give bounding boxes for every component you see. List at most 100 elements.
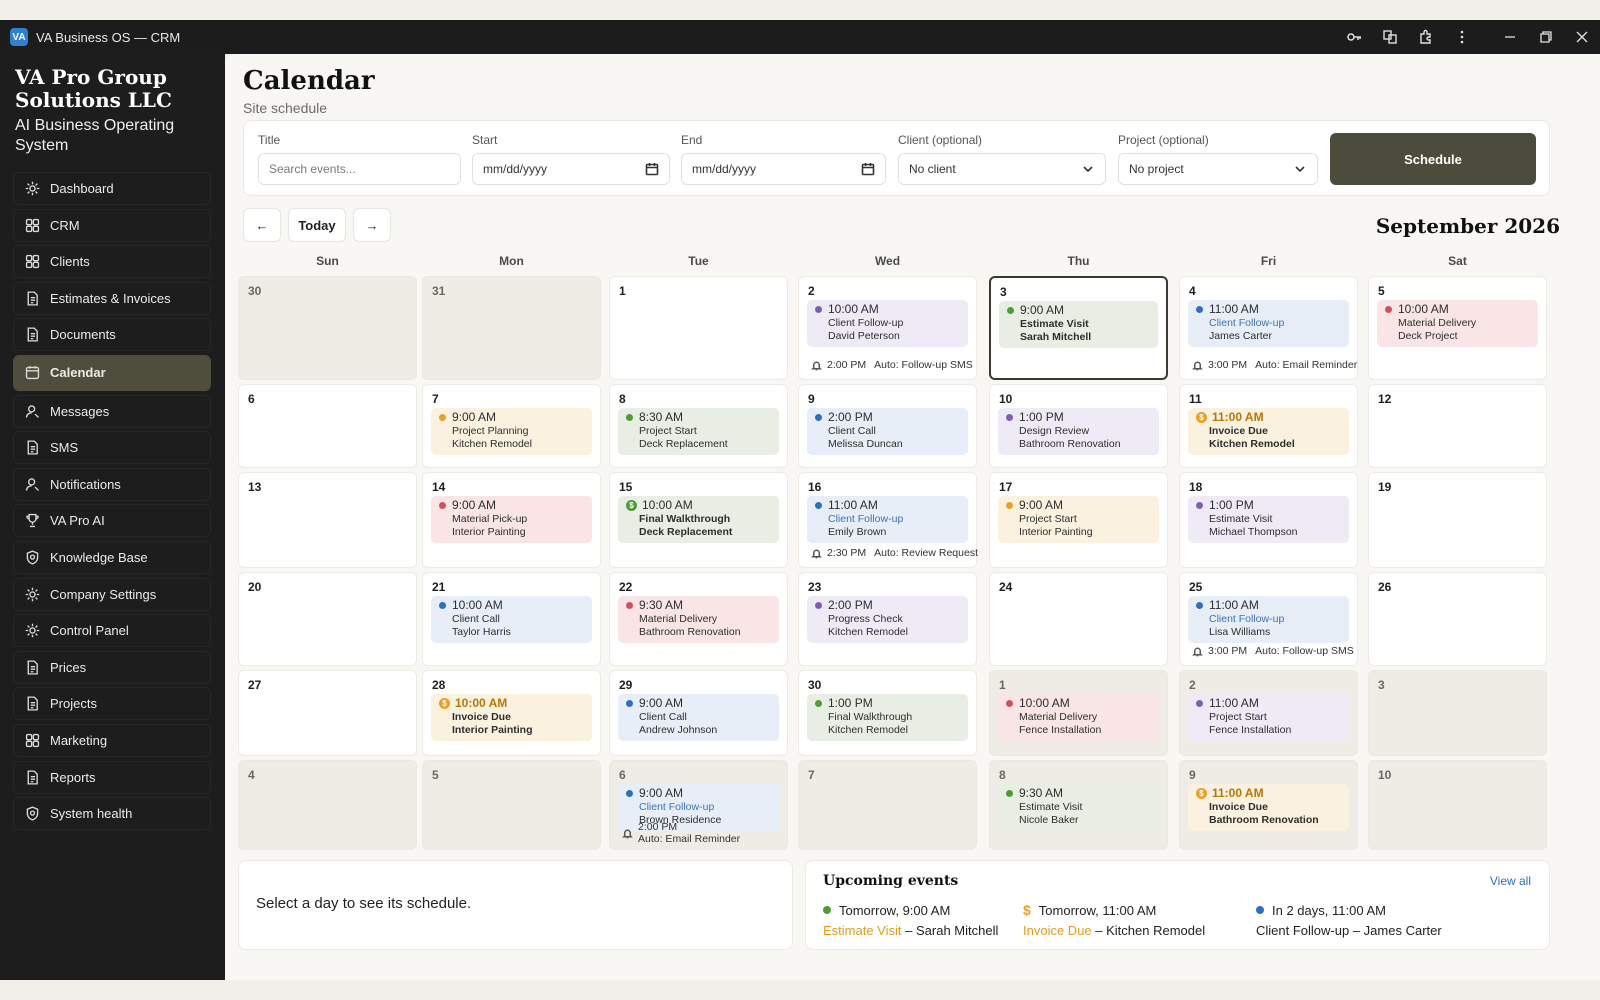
day-cell[interactable]: 10 — [1368, 760, 1547, 850]
calendar-event[interactable]: 9:00 AM Project Start Interior Painting — [998, 496, 1159, 543]
calendar-event[interactable]: 10:00 AM Material Delivery Fence Installat… — [998, 694, 1159, 741]
day-cell[interactable]: 13 — [238, 472, 417, 568]
calendar-event[interactable]: $11:00 AM Invoice Due Kitchen Remodel — [1188, 408, 1349, 455]
sidebar-item-dashboard[interactable]: Dashboard — [13, 172, 211, 205]
calendar-event[interactable]: 2:00 PM Client Call Melissa Duncan — [807, 408, 968, 455]
day-cell[interactable]: 11 $11:00 AM Invoice Due Kitchen Remodel — [1179, 384, 1358, 468]
sidebar-item-crm[interactable]: CRM — [13, 208, 211, 242]
day-cell[interactable]: 12 — [1368, 384, 1547, 468]
calendar-event[interactable]: 2:00 PM Progress Check Kitchen Remodel — [807, 596, 968, 643]
calendar-event[interactable]: 11:00 AM Client Follow-up Lisa Williams — [1188, 596, 1349, 643]
day-cell[interactable]: 24 — [989, 572, 1168, 666]
calendar-event[interactable]: 1:00 PM Estimate Visit Michael Thompson — [1188, 496, 1349, 543]
more-vertical-icon[interactable] — [1444, 20, 1480, 54]
day-cell[interactable]: 17 9:00 AM Project Start Interior Painting — [989, 472, 1168, 568]
end-date-input[interactable]: mm/dd/yyyy — [681, 153, 886, 185]
day-cell[interactable]: 6 9:00 AM Client Follow-up Brown Residence 2… — [609, 760, 788, 850]
calendar-event[interactable]: 8:30 AM Project Start Deck Replacement — [618, 408, 779, 455]
day-cell[interactable]: 4 — [238, 760, 417, 850]
day-cell[interactable]: 7 — [798, 760, 977, 850]
day-cell[interactable]: 4 11:00 AM Client Follow-up James Carter 3:0… — [1179, 276, 1358, 380]
calendar-event[interactable]: 11:00 AM Project Start Fence Installation — [1188, 694, 1349, 741]
sidebar-item-estimates-invoices[interactable]: Estimates & Invoices — [13, 281, 211, 315]
sidebar-item-documents[interactable]: Documents — [13, 318, 211, 352]
minimize-icon[interactable] — [1492, 20, 1528, 54]
sidebar-item-clients[interactable]: Clients — [13, 245, 211, 279]
day-cell[interactable]: 1 — [609, 276, 788, 380]
day-cell[interactable]: 9 2:00 PM Client Call Melissa Duncan — [798, 384, 977, 468]
key-icon[interactable] — [1336, 20, 1372, 54]
close-icon[interactable] — [1564, 20, 1600, 54]
day-cell[interactable]: 18 1:00 PM Estimate Visit Michael Thompson — [1179, 472, 1358, 568]
day-cell[interactable]: 1 10:00 AM Material Delivery Fence Installa… — [989, 670, 1168, 756]
day-cell[interactable]: 9 $11:00 AM Invoice Due Bathroom Renovation — [1179, 760, 1358, 850]
calendar-event[interactable]: 9:30 AM Estimate Visit Nicole Baker — [998, 784, 1159, 831]
upcoming-event-item[interactable]: Tomorrow, 9:00 AM Estimate Visit – Sarah … — [823, 901, 998, 941]
day-cell[interactable]: 30 — [238, 276, 417, 380]
upcoming-event-item[interactable]: $ Tomorrow, 11:00 AM Invoice Due – Kitchen… — [1023, 901, 1205, 941]
day-cell[interactable]: 2 10:00 AM Client Follow-up David Peterson 2… — [798, 276, 977, 380]
sidebar-item-messages[interactable]: Messages — [13, 394, 211, 428]
day-cell[interactable]: 15 $10:00 AM Final Walkthrough Deck Replace… — [609, 472, 788, 568]
day-cell[interactable]: 6 — [238, 384, 417, 468]
sidebar-item-prices[interactable]: Prices — [13, 650, 211, 684]
calendar-event[interactable]: 9:00 AM Project Planning Kitchen Remodel — [431, 408, 592, 455]
translate-icon[interactable] — [1372, 20, 1408, 54]
upcoming-event-item[interactable]: In 2 days, 11:00 AM Client Follow-up – Ja… — [1256, 901, 1442, 941]
calendar-event[interactable]: 1:00 PM Design Review Bathroom Renovation — [998, 408, 1159, 455]
calendar-event[interactable]: 1:00 PM Final Walkthrough Kitchen Remodel — [807, 694, 968, 741]
day-cell[interactable]: 7 9:00 AM Project Planning Kitchen Remodel — [422, 384, 601, 468]
day-cell[interactable]: 3 — [1368, 670, 1547, 756]
sidebar-item-marketing[interactable]: Marketing — [13, 723, 211, 757]
calendar-event[interactable]: 10:00 AM Material Delivery Deck Project — [1377, 300, 1538, 347]
day-cell[interactable]: 30 1:00 PM Final Walkthrough Kitchen Remode… — [798, 670, 977, 756]
day-cell[interactable]: 5 10:00 AM Material Delivery Deck Project — [1368, 276, 1547, 380]
auto-reminder[interactable]: 2:30 PM Auto: Review Request — [811, 547, 978, 559]
day-cell[interactable]: 21 10:00 AM Client Call Taylor Harris — [422, 572, 601, 666]
start-date-input[interactable]: mm/dd/yyyy — [472, 153, 670, 185]
calendar-event[interactable]: 9:30 AM Material Delivery Bathroom Renovat… — [618, 596, 779, 643]
day-cell[interactable]: 31 — [422, 276, 601, 380]
title-input[interactable]: Search events... — [258, 153, 461, 185]
sidebar-item-reports[interactable]: Reports — [13, 760, 211, 794]
day-cell[interactable]: 20 — [238, 572, 417, 666]
day-cell[interactable]: 14 9:00 AM Material Pick-up Interior Painti… — [422, 472, 601, 568]
auto-reminder[interactable]: 3:00 PM Auto: Follow-up SMS — [1192, 645, 1354, 657]
view-all-link[interactable]: View all — [1490, 874, 1531, 888]
auto-reminder[interactable]: 3:00 PM Auto: Email Reminder — [1192, 359, 1357, 371]
calendar-event[interactable]: 9:00 AM Client Call Andrew Johnson — [618, 694, 779, 741]
day-cell[interactable]: 10 1:00 PM Design Review Bathroom Renovatio… — [989, 384, 1168, 468]
day-cell[interactable]: 23 2:00 PM Progress Check Kitchen Remodel — [798, 572, 977, 666]
sidebar-item-company-settings[interactable]: Company Settings — [13, 577, 211, 611]
extensions-icon[interactable] — [1408, 20, 1444, 54]
project-select[interactable]: No project — [1118, 153, 1318, 185]
auto-reminder[interactable]: 2:00 PM Auto: Follow-up SMS — [811, 359, 973, 371]
client-select[interactable]: No client — [898, 153, 1106, 185]
day-cell[interactable]: 22 9:30 AM Material Delivery Bathroom Renov… — [609, 572, 788, 666]
day-cell[interactable]: 27 — [238, 670, 417, 756]
day-cell[interactable]: 28 $10:00 AM Invoice Due Interior Painting — [422, 670, 601, 756]
restore-icon[interactable] — [1528, 20, 1564, 54]
sidebar-item-calendar[interactable]: Calendar — [13, 354, 211, 391]
calendar-event[interactable]: 11:00 AM Client Follow-up Emily Brown — [807, 496, 968, 543]
sidebar-item-va-pro-ai[interactable]: VA Pro AI — [13, 504, 211, 538]
sidebar-item-sms[interactable]: SMS — [13, 431, 211, 465]
day-cell[interactable]: 19 — [1368, 472, 1547, 568]
auto-reminder[interactable]: 2:00 PM Auto: Email Reminder — [622, 821, 740, 845]
today-button[interactable]: Today — [288, 208, 346, 242]
calendar-event[interactable]: $11:00 AM Invoice Due Bathroom Renovation — [1188, 784, 1349, 831]
next-month-button[interactable]: → — [353, 208, 391, 242]
day-cell[interactable]: 3 9:00 AM Estimate Visit Sarah Mitchell — [989, 276, 1168, 380]
calendar-event[interactable]: 10:00 AM Client Call Taylor Harris — [431, 596, 592, 643]
day-cell[interactable]: 2 11:00 AM Project Start Fence Installation — [1179, 670, 1358, 756]
prev-month-button[interactable]: ← — [243, 208, 281, 242]
day-cell[interactable]: 26 — [1368, 572, 1547, 666]
schedule-button[interactable]: Schedule — [1330, 133, 1536, 185]
day-cell[interactable]: 8 9:30 AM Estimate Visit Nicole Baker — [989, 760, 1168, 850]
sidebar-item-projects[interactable]: Projects — [13, 687, 211, 721]
day-cell[interactable]: 5 — [422, 760, 601, 850]
sidebar-item-knowledge-base[interactable]: Knowledge Base — [13, 540, 211, 574]
calendar-event[interactable]: 10:00 AM Client Follow-up David Peterson — [807, 300, 968, 347]
sidebar-item-notifications[interactable]: Notifications — [13, 467, 211, 501]
calendar-event[interactable]: $10:00 AM Final Walkthrough Deck Replaceme… — [618, 496, 779, 543]
